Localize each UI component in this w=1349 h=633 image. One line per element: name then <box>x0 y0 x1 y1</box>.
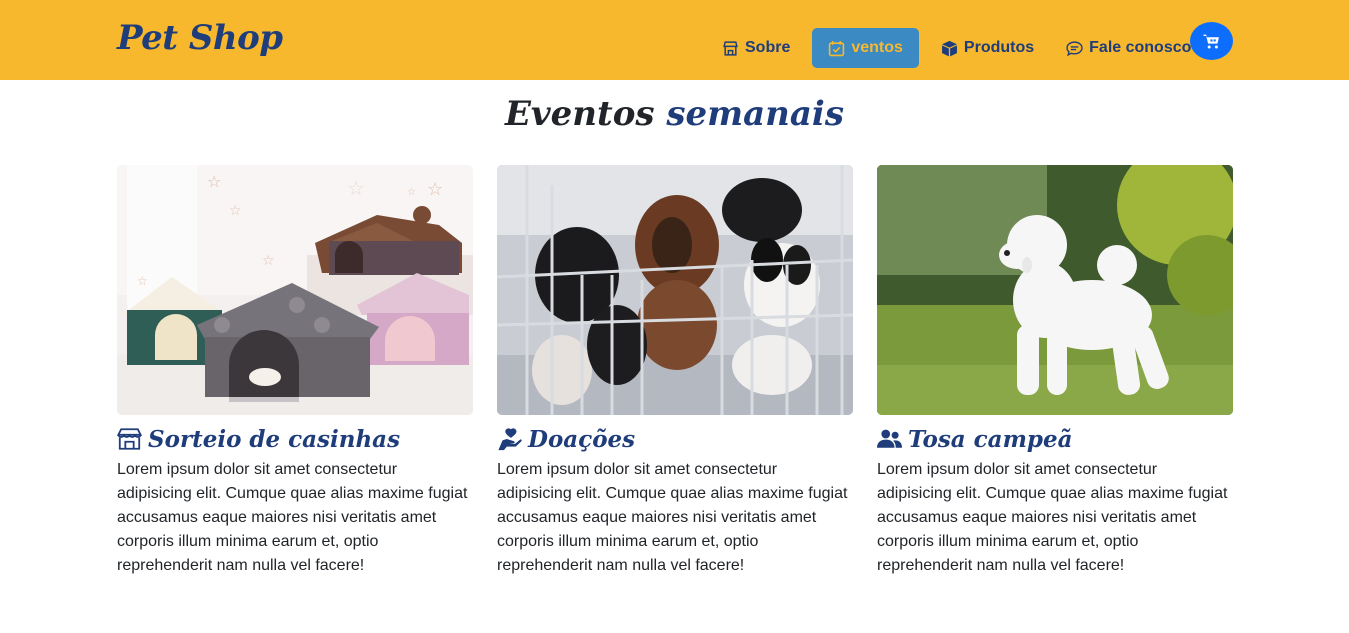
nav-label-sobre: Sobre <box>745 39 791 56</box>
card-title: Tosa campeã <box>877 424 1233 454</box>
brand-logo[interactable]: Pet Shop <box>117 18 283 58</box>
svg-text:☆: ☆ <box>347 178 365 200</box>
card-title-text: Doações <box>528 425 636 453</box>
navbar: Pet Shop Sobre ventos Produtos Fale cono… <box>0 0 1349 80</box>
cart-button[interactable] <box>1190 22 1233 60</box>
card-title-text: Tosa campeã <box>908 425 1073 453</box>
nav-item-fale-conosco[interactable]: Fale conosco <box>1056 28 1201 68</box>
card-description: Lorem ipsum dolor sit amet consectetur a… <box>877 461 1228 574</box>
card-description: Lorem ipsum dolor sit amet consectetur a… <box>497 461 848 574</box>
svg-text:☆: ☆ <box>207 174 221 191</box>
event-card-tosa: Tosa campeã Lorem ipsum dolor sit amet c… <box>877 165 1233 578</box>
event-card-doacoes: Doações Lorem ipsum dolor sit amet conse… <box>497 165 853 578</box>
svg-text:☆: ☆ <box>137 274 148 288</box>
box-icon <box>941 40 957 56</box>
section-title: Eventos semanais <box>0 94 1349 134</box>
section-title-part2: semanais <box>666 94 844 134</box>
cart-icon <box>1203 34 1219 49</box>
nav-label-produtos: Produtos <box>963 39 1035 56</box>
nav-item-eventos[interactable]: ventos <box>812 28 919 68</box>
calendar-check-icon <box>829 40 845 56</box>
shop-icon <box>117 428 142 450</box>
event-card-sorteio: ☆ ☆ ☆ ☆ ☆ ☆ ☆ Sorteio de casinhas Lorem … <box>117 165 473 578</box>
users-icon <box>877 429 902 448</box>
nav-label-fale-conosco: Fale conosco <box>1089 39 1192 56</box>
chat-icon <box>1066 40 1083 56</box>
svg-text:☆: ☆ <box>427 179 443 199</box>
card-title-text: Sorteio de casinhas <box>148 425 401 453</box>
svg-text:☆: ☆ <box>229 202 242 218</box>
card-description: Lorem ipsum dolor sit amet consectetur a… <box>117 461 468 574</box>
puppies-photo <box>497 165 853 415</box>
nav-item-produtos[interactable]: Produtos <box>931 28 1044 68</box>
card-title: Doações <box>497 424 853 454</box>
nav-item-sobre[interactable]: Sobre <box>712 28 800 68</box>
section-title-part1: Eventos <box>505 94 655 134</box>
svg-text:☆: ☆ <box>407 187 416 198</box>
pet-houses-photo: ☆ ☆ ☆ ☆ ☆ ☆ ☆ <box>117 165 473 415</box>
card-title: Sorteio de casinhas <box>117 424 473 454</box>
svg-text:☆: ☆ <box>262 252 275 268</box>
main-nav: Sobre ventos Produtos Fale conosco <box>712 28 1213 68</box>
poodle-photo <box>877 165 1233 415</box>
store-icon <box>723 40 738 56</box>
hand-heart-icon <box>498 428 522 451</box>
nav-label-eventos: ventos <box>851 39 903 56</box>
